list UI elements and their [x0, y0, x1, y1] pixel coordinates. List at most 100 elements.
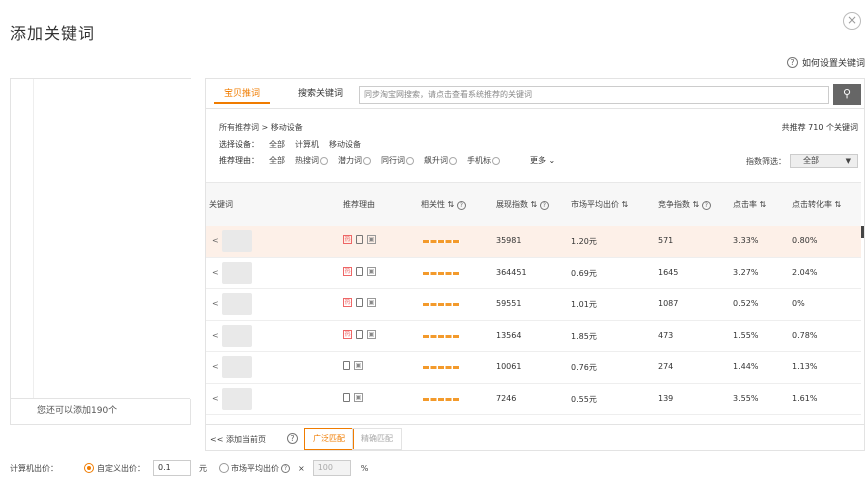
- col-ctr[interactable]: 点击率 ⇅: [733, 199, 766, 210]
- mobile-icon: [356, 235, 363, 244]
- col-relevance[interactable]: 相关性 ⇅ ?: [421, 199, 466, 210]
- competition-cell: 274: [658, 362, 674, 371]
- reason-badges: 热 ▣: [343, 235, 376, 244]
- device-option-mobile[interactable]: 移动设备: [329, 139, 361, 150]
- pc-bid-row: 计算机出价： 自定义出价： 0.1 元 市场平均出价 ? × 100 %: [10, 460, 368, 476]
- broad-match-tab[interactable]: 广泛匹配: [304, 428, 354, 450]
- custom-bid-input[interactable]: 0.1: [153, 460, 191, 476]
- scrollbar-thumb[interactable]: [861, 226, 864, 238]
- col-relevance-label: 相关性: [421, 200, 445, 209]
- question-icon: ?: [786, 57, 798, 68]
- device-filter: 选择设备： 全部 计算机 移动设备: [219, 139, 361, 150]
- sort-icon: ⇅: [621, 200, 629, 209]
- times-sign: ×: [298, 463, 305, 473]
- col-keyword: 关键词: [209, 200, 233, 209]
- avg-bid-cell: 0.55元: [571, 394, 597, 404]
- add-arrow-icon[interactable]: <: [212, 331, 219, 340]
- reason-peer-label: 同行词: [381, 156, 405, 165]
- exact-match-tab[interactable]: 精确匹配: [352, 428, 402, 450]
- reason-option-potential[interactable]: 潜力词: [338, 155, 371, 166]
- table-row[interactable]: < ▣ 7246 0.55元 139 3.55% 1.61%: [206, 383, 861, 415]
- cvr-cell: 2.04%: [792, 267, 818, 277]
- reason-potential-label: 潜力词: [338, 156, 362, 165]
- reason-badges: ▣: [343, 392, 363, 402]
- device-option-all[interactable]: 全部: [269, 139, 285, 150]
- index-filter-label: 指数筛选：: [746, 156, 786, 166]
- breadcrumb-text: 所有推荐词 > 移动设备: [219, 123, 303, 132]
- add-arrow-icon[interactable]: <: [212, 394, 219, 403]
- index-filter-select[interactable]: 全部 ▼: [790, 154, 858, 168]
- add-arrow-icon[interactable]: <: [212, 236, 219, 245]
- tab-search-keyword[interactable]: 搜索关键词: [288, 84, 353, 104]
- col-avg-bid[interactable]: 市场平均出价 ⇅: [571, 199, 628, 210]
- avg-bid-cell: 1.85元: [571, 331, 597, 341]
- col-cvr-label: 点击转化率: [792, 200, 832, 209]
- col-impressions[interactable]: 展现指数 ⇅ ?: [496, 199, 549, 210]
- add-current-page-button[interactable]: << 添加当前页: [210, 434, 266, 445]
- relevance-bar: [423, 334, 460, 338]
- reason-option-hot[interactable]: 热搜词: [295, 155, 328, 166]
- pc-icon: ▣: [367, 329, 376, 339]
- add-arrow-icon[interactable]: <: [212, 362, 219, 371]
- reason-option-mobile[interactable]: 手机标: [467, 155, 500, 166]
- col-impressions-label: 展现指数: [496, 200, 528, 209]
- reason-hot-label: 热搜词: [295, 156, 319, 165]
- question-icon: [492, 156, 500, 165]
- index-filter-value: 全部: [803, 156, 819, 165]
- sort-icon: ⇅: [692, 200, 700, 209]
- avg-bid-cell: 0.76元: [571, 363, 597, 372]
- keyword-cell-redacted: [222, 387, 252, 410]
- table-row[interactable]: < 热 ▣ 35981 1.20元 571 3.33% 0.80%: [206, 226, 861, 258]
- mobile-icon: [356, 329, 363, 339]
- add-arrow-icon[interactable]: <: [212, 299, 219, 308]
- hot-badge-icon: 热: [343, 329, 352, 339]
- pc-icon: ▣: [354, 392, 363, 402]
- keyword-cell-redacted: [222, 324, 252, 347]
- question-icon: ?: [539, 201, 549, 210]
- reason-badges: 热 ▣: [343, 298, 376, 307]
- table-body: < 热 ▣ 35981 1.20元 571 3.33% 0.80% < 热 ▣ 36…: [206, 226, 861, 415]
- table-row[interactable]: < ▣ 10061 0.76元 274 1.44% 1.13%: [206, 352, 861, 384]
- tab-item-recommend[interactable]: 宝贝推词: [214, 84, 271, 104]
- breadcrumb: 所有推荐词 > 移动设备: [219, 122, 303, 133]
- table-row[interactable]: < 热 ▣ 59551 1.01元 1087 0.52% 0%: [206, 289, 861, 321]
- device-option-pc[interactable]: 计算机: [295, 139, 319, 150]
- help-link[interactable]: ? 如何设置关键词: [786, 56, 865, 69]
- ctr-cell: 3.27%: [733, 267, 759, 277]
- table-row[interactable]: < 热 ▣ 13564 1.85元 473 1.55% 0.78%: [206, 320, 861, 352]
- impressions-cell: 7246: [496, 393, 517, 403]
- close-icon[interactable]: ×: [843, 12, 861, 30]
- reason-rising-label: 飙升词: [424, 156, 448, 165]
- reason-option-peer[interactable]: 同行词: [381, 155, 414, 166]
- ctr-cell: 3.33%: [733, 236, 759, 245]
- impressions-cell: 35981: [496, 236, 522, 245]
- keyword-search-input[interactable]: 同步淘宝网搜索，请点击查看系统推荐的关键词: [359, 86, 829, 104]
- bid-unit: 元: [199, 463, 207, 473]
- question-icon: [406, 156, 414, 165]
- question-icon: ?: [701, 201, 711, 210]
- remaining-count: 您还可以添加190个: [11, 398, 190, 424]
- dialog-title: 添加关键词: [10, 24, 96, 43]
- avg-bid-cell: 1.20元: [571, 237, 597, 246]
- add-arrow-icon[interactable]: <: [212, 268, 219, 277]
- col-cvr[interactable]: 点击转化率 ⇅: [792, 199, 841, 210]
- mobile-icon: [356, 298, 363, 307]
- search-button[interactable]: ⚲: [833, 84, 861, 105]
- cvr-cell: 1.61%: [792, 393, 818, 403]
- hot-badge-icon: 热: [343, 266, 352, 276]
- col-competition[interactable]: 竞争指数 ⇅ ?: [658, 199, 711, 210]
- reason-option-all[interactable]: 全部: [269, 155, 285, 166]
- mobile-icon: [343, 392, 350, 402]
- custom-bid-radio[interactable]: [84, 463, 94, 473]
- chevron-down-icon: ⌄: [548, 156, 556, 165]
- competition-cell: 1087: [658, 299, 679, 308]
- market-bid-radio[interactable]: [219, 463, 229, 473]
- more-filters-button[interactable]: 更多 ⌄: [530, 155, 555, 166]
- relevance-bar: [423, 240, 460, 243]
- percent-input[interactable]: 100: [312, 460, 351, 476]
- reason-option-rising[interactable]: 飙升词: [424, 155, 457, 166]
- table-header: 关键词 推荐理由 相关性 ⇅ ? 展现指数 ⇅ ? 市场平均出价 ⇅ 竞争指数 …: [206, 182, 861, 226]
- table-row[interactable]: < 热 ▣ 364451 0.69元 1645 3.27% 2.04%: [206, 257, 861, 289]
- question-icon: ?: [287, 433, 298, 444]
- help-link-label: 如何设置关键词: [801, 59, 865, 69]
